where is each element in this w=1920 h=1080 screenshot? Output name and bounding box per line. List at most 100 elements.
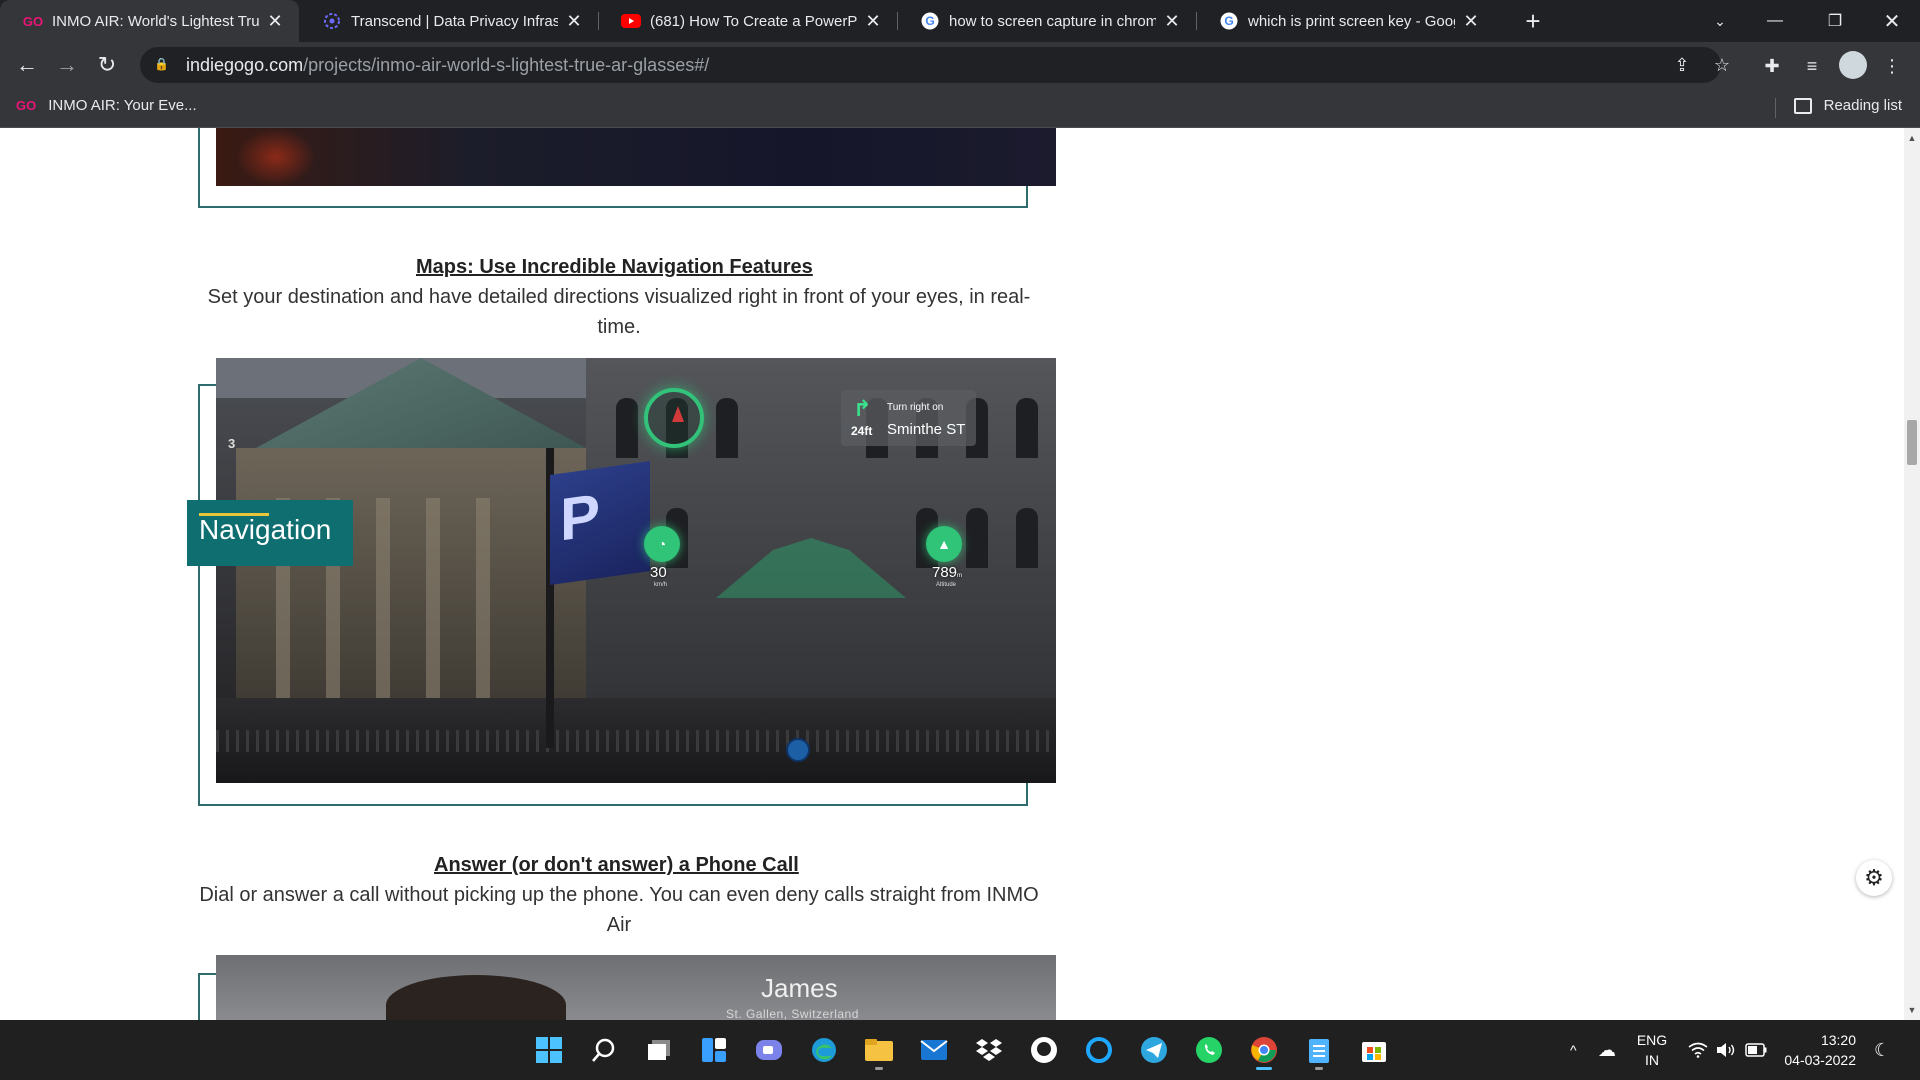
turn-distance: 24ft [851, 424, 873, 438]
clock-time: 13:20 [1820, 1032, 1856, 1048]
tab-youtube[interactable]: (681) How To Create a PowerPoin ✕ [598, 0, 897, 42]
tab-google-print-screen[interactable]: G which is print screen key - Googl ✕ [1196, 0, 1495, 42]
transcend-favicon-icon [321, 10, 343, 32]
bookmark-label: INMO AIR: Your Eve... [48, 97, 197, 114]
profile-avatar[interactable] [1839, 51, 1867, 79]
widgets-icon[interactable] [694, 1030, 734, 1070]
minimize-button[interactable]: — [1745, 0, 1805, 42]
close-window-button[interactable]: ✕ [1862, 0, 1920, 42]
onedrive-cloud-icon[interactable]: ☁ [1598, 1020, 1616, 1080]
parking-sign: P [550, 460, 650, 586]
whatsapp-icon[interactable] [1189, 1030, 1229, 1070]
dropbox-icon[interactable] [969, 1030, 1009, 1070]
extensions-puzzle-icon[interactable]: ✚ [1756, 50, 1788, 82]
browser-toolbar: ← → ↻ 🔒 indiegogo.com/projects/inmo-air-… [0, 42, 1920, 88]
file-explorer-icon[interactable] [859, 1030, 899, 1070]
reload-button[interactable]: ↻ [90, 48, 124, 82]
tab-title: which is print screen key - Googl [1248, 12, 1455, 30]
close-icon[interactable]: ✕ [1461, 11, 1481, 32]
telegram-icon[interactable] [1134, 1030, 1174, 1070]
close-icon[interactable]: ✕ [564, 11, 584, 32]
windows-taskbar: ^ ☁ ENG IN 13:20 04-03-2022 ☾ [0, 1020, 1920, 1080]
altitude-reading: 789m [932, 564, 962, 581]
bookmark-star-icon[interactable]: ☆ [1707, 50, 1737, 80]
altitude-mountain-icon: ▲ [926, 526, 962, 562]
address-bar[interactable]: 🔒 indiegogo.com/projects/inmo-air-world-… [140, 47, 1721, 83]
navigation-demo-image: P 3 ↱ Turn right on 24ft Sminthe ST ◔ 30… [216, 358, 1056, 783]
navigation-badge: Navigation [187, 500, 353, 566]
new-tab-button[interactable]: + [1518, 6, 1548, 36]
forward-button[interactable]: → [50, 48, 84, 82]
cortana-icon[interactable] [1079, 1030, 1119, 1070]
altitude-suffix: m [957, 573, 963, 579]
close-icon[interactable]: ✕ [863, 11, 883, 32]
altitude-label: Altitude [936, 582, 957, 588]
search-icon[interactable] [584, 1030, 624, 1070]
previous-feature-image [216, 128, 1056, 186]
scroll-down-arrow-icon[interactable]: ▼ [1904, 1002, 1920, 1018]
more-menu-icon[interactable]: ⋮ [1876, 50, 1908, 82]
language-line2: IN [1645, 1052, 1659, 1068]
maps-description: Set your destination and have detailed d… [207, 286, 1031, 338]
page-scrollbar[interactable]: ▲ ▼ [1904, 128, 1920, 1020]
youtube-icon [620, 10, 642, 32]
tab-transcend[interactable]: Transcend | Data Privacy Infrastru ✕ [299, 0, 598, 42]
lock-icon[interactable]: 🔒 [154, 57, 170, 73]
accessibility-widget-button[interactable]: ⚙ [1856, 860, 1892, 896]
tab-search-chevron-icon[interactable]: ⌄ [1690, 0, 1750, 42]
system-clock[interactable]: 13:20 04-03-2022 [1776, 1030, 1856, 1070]
mail-icon[interactable] [914, 1030, 954, 1070]
reading-list-label: Reading list [1823, 97, 1902, 114]
image-detail [236, 128, 316, 186]
language-indicator[interactable]: ENG IN [1632, 1030, 1672, 1070]
altitude-value: 789 [932, 564, 958, 581]
classical-building [236, 448, 586, 708]
back-button[interactable]: ← [10, 48, 44, 82]
battery-icon[interactable] [1745, 1020, 1767, 1080]
media-control-icon[interactable]: ≡ [1796, 50, 1828, 82]
teams-chat-icon[interactable] [749, 1030, 789, 1070]
bookmarks-separator [1775, 98, 1776, 118]
scroll-up-arrow-icon[interactable]: ▲ [1904, 130, 1920, 146]
reading-list-button[interactable]: Reading list [1793, 97, 1902, 114]
volume-icon[interactable] [1716, 1020, 1736, 1080]
restore-button[interactable]: ❐ [1805, 0, 1865, 42]
speedometer-icon: ◔ [644, 526, 680, 562]
person-head [386, 975, 566, 1020]
tab-google-screen-capture[interactable]: G how to screen capture in chrome ✕ [897, 0, 1196, 42]
scroll-thumb[interactable] [1907, 420, 1917, 465]
edge-icon[interactable] [804, 1030, 844, 1070]
show-hidden-icons-chevron-icon[interactable]: ^ [1570, 1020, 1577, 1080]
close-icon[interactable]: ✕ [1162, 11, 1182, 32]
destination-pin-icon [786, 738, 810, 762]
url-path: /projects/inmo-air-world-s-lightest-true… [303, 54, 710, 75]
caller-name: James [761, 973, 838, 1003]
tab-inmo-air[interactable]: GO INMO AIR: World's Lightest True ✕ [0, 0, 299, 42]
turn-hint: Turn right on [887, 402, 944, 413]
share-icon[interactable]: ⇪ [1667, 50, 1697, 80]
speed-unit: km/h [654, 582, 668, 588]
microsoft-store-icon[interactable] [1354, 1030, 1394, 1070]
windows-start-icon[interactable] [529, 1030, 569, 1070]
tab-title: how to screen capture in chrome [949, 12, 1156, 30]
google-icon: G [1218, 10, 1240, 32]
close-icon[interactable]: ✕ [265, 11, 285, 32]
svg-text:G: G [1224, 14, 1233, 28]
turn-street: Sminthe ST [887, 421, 966, 438]
tab-title: INMO AIR: World's Lightest True [52, 12, 259, 30]
notepad-icon[interactable] [1299, 1030, 1339, 1070]
svg-text:G: G [925, 14, 934, 28]
indiegogo-favicon-icon: GO [16, 98, 37, 113]
phone-call-description: Dial or answer a call without picking up… [199, 884, 1039, 936]
focus-assist-moon-icon[interactable]: ☾ [1874, 1020, 1890, 1080]
indiegogo-favicon-icon: GO [22, 13, 44, 29]
chrome-icon[interactable] [1244, 1030, 1284, 1070]
tab-title: Transcend | Data Privacy Infrastru [351, 12, 558, 30]
compass-icon [644, 388, 704, 448]
turn-instruction-card: ↱ Turn right on 24ft Sminthe ST [841, 390, 976, 446]
github-icon[interactable] [1024, 1030, 1064, 1070]
clock-date: 04-03-2022 [1784, 1052, 1856, 1068]
task-view-icon[interactable] [639, 1030, 679, 1070]
bookmark-inmo-air[interactable]: GO INMO AIR: Your Eve... [16, 97, 197, 114]
wifi-icon[interactable] [1688, 1020, 1708, 1080]
